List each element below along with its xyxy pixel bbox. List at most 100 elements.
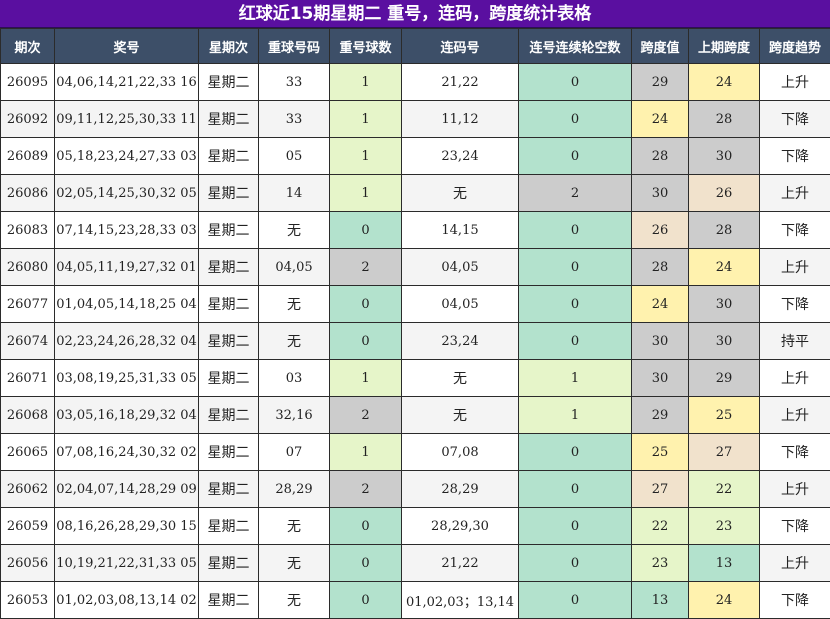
cell-prev-span: 24 xyxy=(688,581,760,619)
cell-span: 30 xyxy=(631,322,689,360)
cell-repeat-numbers: 28,29 xyxy=(258,470,330,508)
cell-miss-count: 0 xyxy=(518,100,632,138)
cell-consecutive: 23,24 xyxy=(401,322,519,360)
table-row: 26080 04,05,11,19,27,32 01 星期二 04,05 2 04,05 0… xyxy=(0,248,830,286)
cell-trend: 上升 xyxy=(759,174,830,212)
header-span: 跨度值 xyxy=(631,28,689,64)
header-consecutive: 连码号 xyxy=(401,28,519,64)
cell-numbers: 04,06,14,21,22,33 16 xyxy=(54,63,199,101)
cell-prev-span: 24 xyxy=(688,63,760,101)
cell-prev-span: 13 xyxy=(688,544,760,582)
cell-weekday: 星期二 xyxy=(198,359,259,397)
header-issue: 期次 xyxy=(0,28,55,64)
cell-miss-count: 2 xyxy=(518,174,632,212)
cell-miss-count: 0 xyxy=(518,137,632,175)
table-row: 26053 01,02,03,08,13,14 02 星期二无 0 01,02,03；1… xyxy=(0,581,830,619)
cell-repeat-count: 0 xyxy=(329,322,402,360)
cell-repeat-numbers: 07 xyxy=(258,433,330,471)
cell-span: 26 xyxy=(631,211,689,249)
cell-weekday: 星期二 xyxy=(198,211,259,249)
cell-prev-span: 29 xyxy=(688,359,760,397)
cell-repeat-count: 1 xyxy=(329,100,402,138)
header-weekday: 星期次 xyxy=(198,28,259,64)
cell-repeat-count: 1 xyxy=(329,137,402,175)
cell-miss-count: 0 xyxy=(518,544,632,582)
cell-span: 30 xyxy=(631,174,689,212)
cell-miss-count: 0 xyxy=(518,433,632,471)
cell-repeat-numbers: 33 xyxy=(258,63,330,101)
cell-weekday: 星期二 xyxy=(198,137,259,175)
cell-prev-span: 27 xyxy=(688,433,760,471)
cell-repeat-count: 1 xyxy=(329,359,402,397)
cell-prev-span: 30 xyxy=(688,137,760,175)
cell-issue: 26059 xyxy=(0,507,55,545)
cell-numbers: 04,05,11,19,27,32 01 xyxy=(54,248,199,286)
cell-weekday: 星期二 xyxy=(198,174,259,212)
cell-miss-count: 1 xyxy=(518,396,632,434)
cell-prev-span: 30 xyxy=(688,322,760,360)
cell-weekday: 星期二 xyxy=(198,544,259,582)
cell-weekday: 星期二 xyxy=(198,248,259,286)
cell-numbers: 02,23,24,26,28,32 04 xyxy=(54,322,199,360)
cell-span: 24 xyxy=(631,100,689,138)
cell-issue: 26071 xyxy=(0,359,55,397)
cell-repeat-numbers: 33 xyxy=(258,100,330,138)
cell-consecutive: 28,29 xyxy=(401,470,519,508)
cell-repeat-count: 0 xyxy=(329,211,402,249)
cell-span: 13 xyxy=(631,581,689,619)
cell-issue: 26056 xyxy=(0,544,55,582)
cell-consecutive: 无 xyxy=(401,396,519,434)
cell-repeat-numbers: 无 xyxy=(258,285,330,323)
cell-issue: 26053 xyxy=(0,581,55,619)
table-row: 26095 04,06,14,21,22,33 16 星期二 33 1 21,22 0 29 2… xyxy=(0,63,830,101)
header-repeat-numbers: 重球号码 xyxy=(258,28,330,64)
cell-trend: 下降 xyxy=(759,211,830,249)
cell-trend: 上升 xyxy=(759,248,830,286)
cell-repeat-count: 0 xyxy=(329,285,402,323)
table-row: 26083 07,14,15,23,28,33 03 星期二无 0 14,15 0 26 28… xyxy=(0,211,830,249)
cell-consecutive: 11,12 xyxy=(401,100,519,138)
cell-repeat-numbers: 05 xyxy=(258,137,330,175)
cell-consecutive: 04,05 xyxy=(401,285,519,323)
cell-prev-span: 26 xyxy=(688,174,760,212)
cell-repeat-numbers: 03 xyxy=(258,359,330,397)
cell-span: 28 xyxy=(631,137,689,175)
cell-issue: 26077 xyxy=(0,285,55,323)
cell-trend: 上升 xyxy=(759,470,830,508)
cell-miss-count: 0 xyxy=(518,285,632,323)
cell-consecutive: 01,02,03；13,14 xyxy=(401,581,519,619)
cell-prev-span: 25 xyxy=(688,396,760,434)
cell-consecutive: 无 xyxy=(401,359,519,397)
cell-prev-span: 28 xyxy=(688,211,760,249)
header-prev-span: 上期跨度 xyxy=(688,28,760,64)
table-row: 26068 03,05,16,18,29,32 04 星期二 32,16 2 无 1 29 25… xyxy=(0,396,830,434)
table-row: 26086 02,05,14,25,30,32 05 星期二 14 1 无 2 30 26 上升 xyxy=(0,174,830,212)
cell-consecutive: 07,08 xyxy=(401,433,519,471)
cell-numbers: 05,18,23,24,27,33 03 xyxy=(54,137,199,175)
cell-repeat-numbers: 04,05 xyxy=(258,248,330,286)
cell-weekday: 星期二 xyxy=(198,322,259,360)
cell-consecutive: 21,22 xyxy=(401,544,519,582)
cell-trend: 持平 xyxy=(759,322,830,360)
table-title: 红球近15期星期二 重号，连码，跨度统计表格 xyxy=(0,0,830,28)
cell-trend: 下降 xyxy=(759,433,830,471)
cell-prev-span: 22 xyxy=(688,470,760,508)
cell-miss-count: 0 xyxy=(518,248,632,286)
cell-numbers: 02,04,07,14,28,29 09 xyxy=(54,470,199,508)
cell-span: 27 xyxy=(631,470,689,508)
table-row: 26062 02,04,07,14,28,29 09 星期二 28,29 2 28,29 0… xyxy=(0,470,830,508)
cell-numbers: 03,05,16,18,29,32 04 xyxy=(54,396,199,434)
table-row: 26071 03,08,19,25,31,33 05 星期二 03 1 无 1 30 29 上升 xyxy=(0,359,830,397)
cell-issue: 26080 xyxy=(0,248,55,286)
stats-table-window: 红球近15期星期二 重号，连码，跨度统计表格 期次 奖号 星期次 重球号码 重号… xyxy=(0,0,830,619)
cell-consecutive: 04,05 xyxy=(401,248,519,286)
table-body: 26095 04,06,14,21,22,33 16 星期二 33 1 21,22 0 29 2… xyxy=(0,63,830,619)
cell-trend: 下降 xyxy=(759,137,830,175)
cell-trend: 上升 xyxy=(759,544,830,582)
cell-numbers: 08,16,26,28,29,30 15 xyxy=(54,507,199,545)
cell-repeat-count: 1 xyxy=(329,433,402,471)
cell-numbers: 01,04,05,14,18,25 04 xyxy=(54,285,199,323)
cell-issue: 26062 xyxy=(0,470,55,508)
cell-span: 29 xyxy=(631,63,689,101)
cell-consecutive: 无 xyxy=(401,174,519,212)
